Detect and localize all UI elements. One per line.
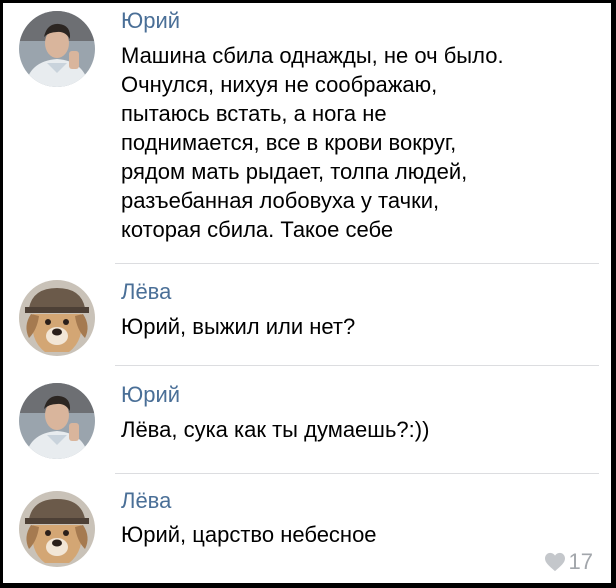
comments-panel: Юрий Машина сбила однажды, не оч было. О… <box>3 3 611 583</box>
comment-author[interactable]: Лёва <box>121 488 171 514</box>
avatar[interactable] <box>19 280 95 356</box>
comment-text: Юрий, царство небесное <box>121 522 377 547</box>
like-count: 17 <box>568 549 593 574</box>
comment-author[interactable]: Юрий <box>121 8 180 34</box>
dog-avatar-icon <box>19 280 95 356</box>
dog-avatar-icon <box>19 491 95 567</box>
heart-icon <box>544 552 565 572</box>
comment-text: Юрий, выжил или нет? <box>121 314 356 339</box>
avatar[interactable] <box>19 11 95 87</box>
man-avatar-icon <box>19 11 95 87</box>
comment-text: Машина сбила однажды, не оч было. Очнулс… <box>121 43 504 242</box>
man-avatar-icon <box>19 383 95 459</box>
comment-author[interactable]: Юрий <box>121 382 180 408</box>
comment-author[interactable]: Лёва <box>121 279 171 305</box>
avatar[interactable] <box>19 383 95 459</box>
comment-text: Лёва, сука как ты думаешь?:)) <box>121 417 430 442</box>
divider <box>115 473 599 474</box>
avatar[interactable] <box>19 491 95 567</box>
divider <box>115 365 599 366</box>
divider <box>115 263 599 264</box>
like-button[interactable]: 17 <box>544 549 593 575</box>
